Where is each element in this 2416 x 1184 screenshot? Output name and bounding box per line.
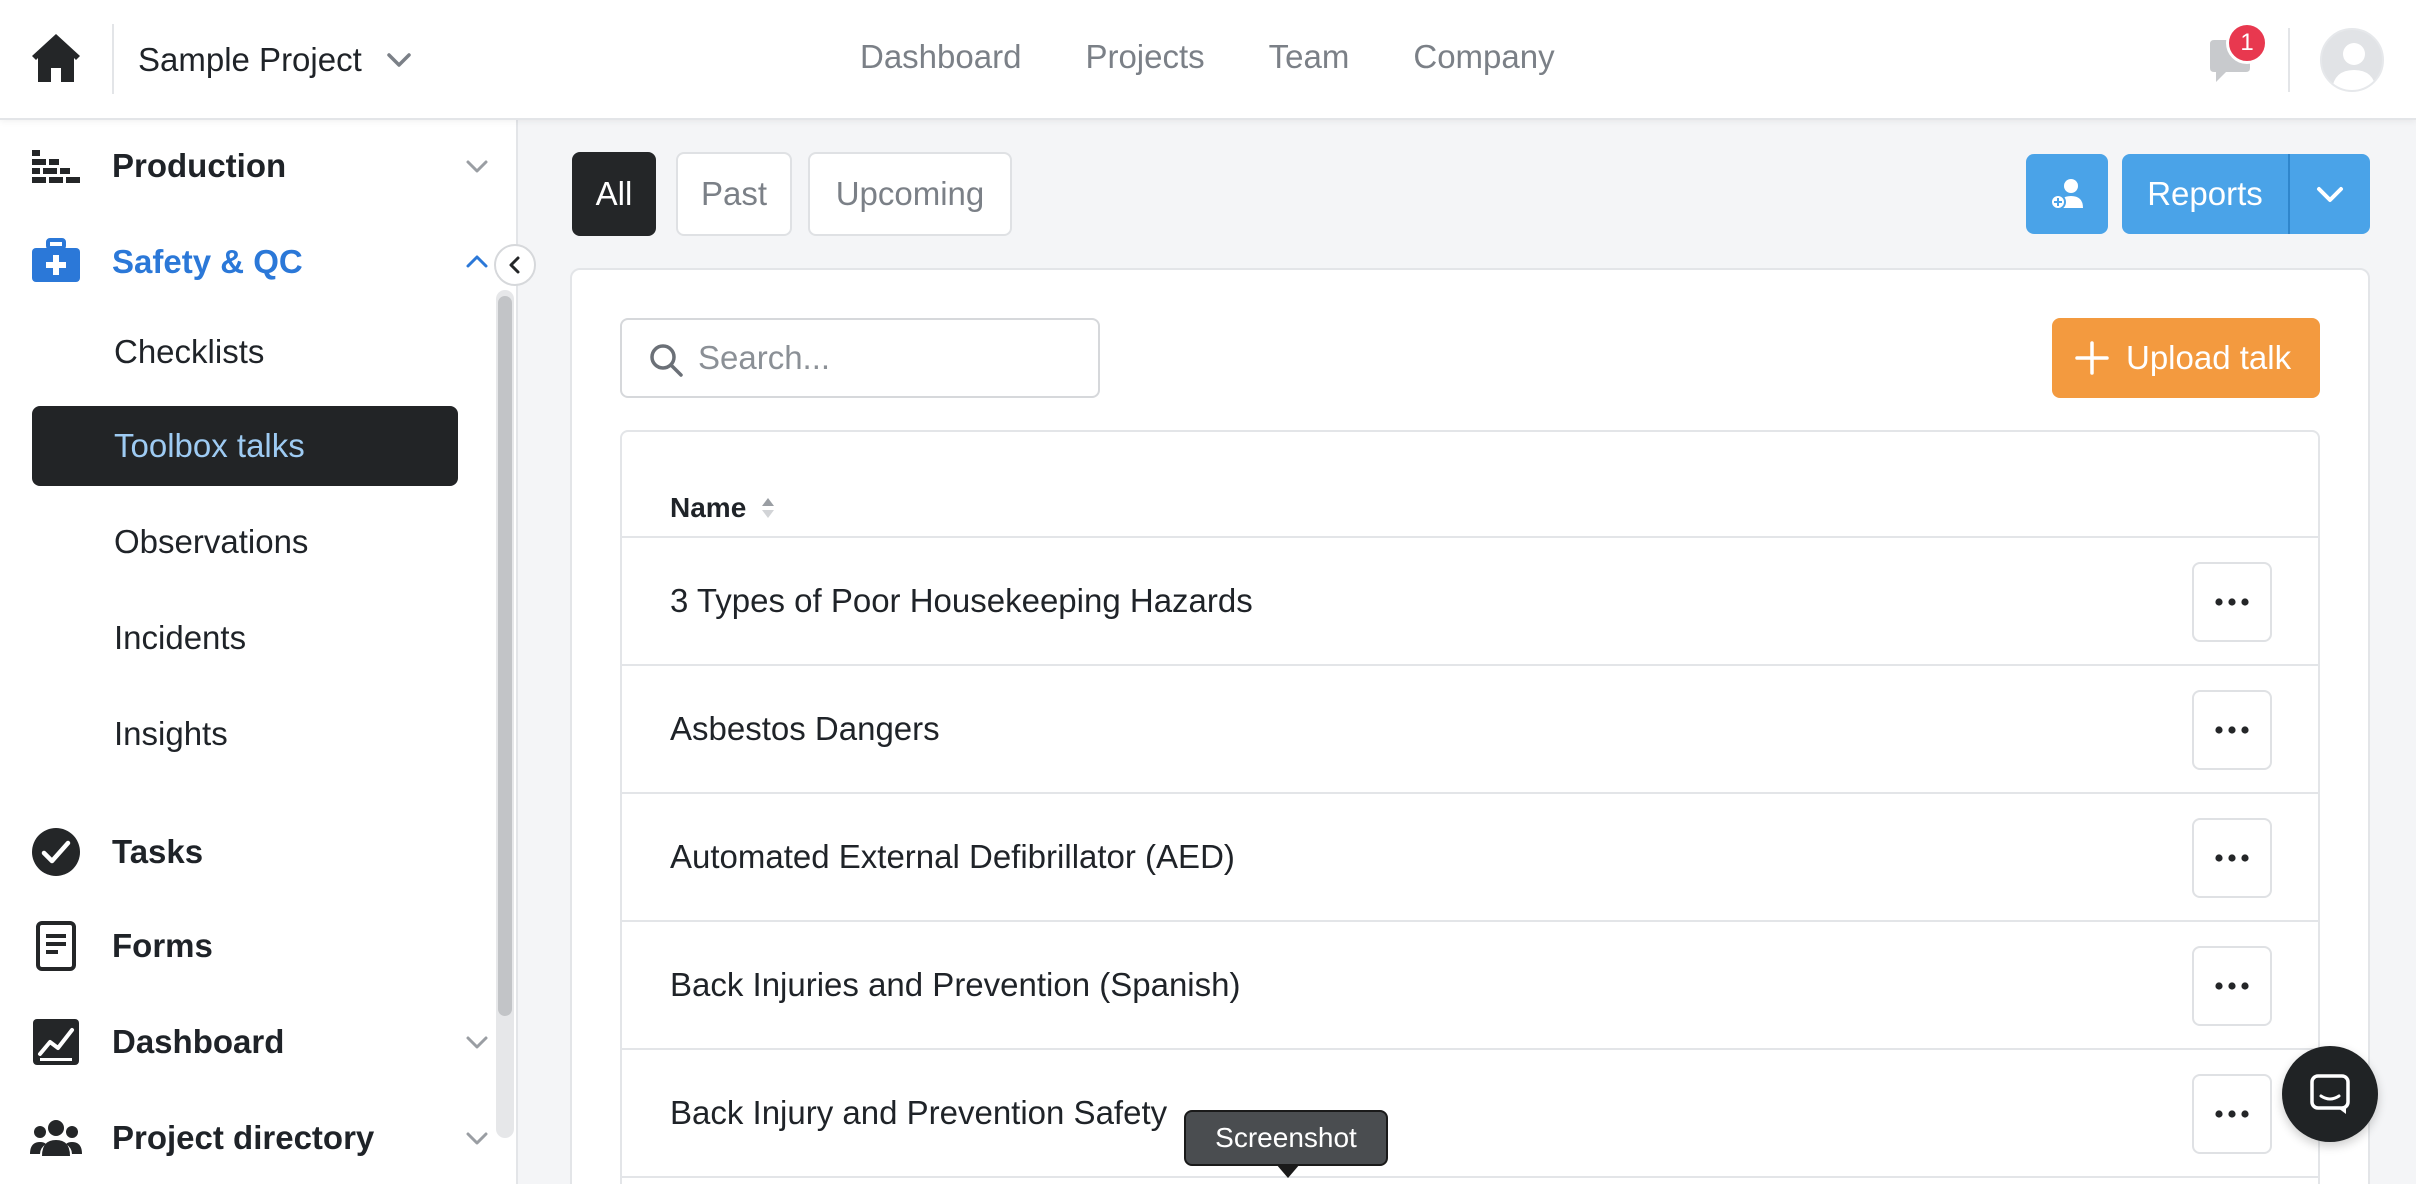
sidebar-subitem-observations[interactable]: Observations bbox=[32, 502, 458, 582]
more-horizontal-icon bbox=[2215, 598, 2249, 606]
search-icon bbox=[650, 344, 683, 377]
sidebar: Production Safety & QC Checklists Toolbo… bbox=[0, 120, 518, 1184]
sidebar-subitem-label: Incidents bbox=[114, 619, 247, 656]
chevron-left-icon bbox=[509, 256, 520, 274]
chevron-up-icon bbox=[466, 255, 488, 268]
talk-name: Back Injuries and Prevention (Spanish) bbox=[670, 966, 1241, 1003]
table-row[interactable]: Automated External Defibrillator (AED) bbox=[622, 794, 2318, 922]
table-row[interactable]: Asbestos Dangers bbox=[622, 666, 2318, 794]
sort-icon bbox=[762, 498, 775, 518]
row-more-button[interactable] bbox=[2192, 818, 2272, 898]
chevron-down-icon bbox=[466, 1132, 488, 1145]
reports-dropdown-button[interactable] bbox=[2290, 154, 2370, 234]
nav-link-company[interactable]: Company bbox=[1413, 38, 1554, 76]
more-horizontal-icon bbox=[2215, 854, 2249, 862]
project-name: Sample Project bbox=[138, 41, 362, 78]
sidebar-subitem-label: Observations bbox=[114, 523, 309, 560]
sidebar-item-label: Safety & QC bbox=[112, 243, 303, 280]
nav-link-projects[interactable]: Projects bbox=[1085, 38, 1204, 76]
collapse-sidebar-button[interactable] bbox=[494, 244, 536, 286]
reports-button[interactable]: Reports bbox=[2122, 154, 2288, 234]
chevron-down-icon bbox=[387, 53, 411, 67]
sidebar-item-dashboard[interactable]: Dashboard bbox=[0, 1002, 500, 1082]
talk-name: Automated External Defibrillator (AED) bbox=[670, 838, 1235, 875]
notification-badge: 1 bbox=[2226, 22, 2268, 64]
search-box bbox=[620, 318, 1100, 398]
column-header-label: Name bbox=[670, 492, 747, 523]
add-attendee-button[interactable] bbox=[2026, 154, 2108, 234]
plus-icon bbox=[2075, 341, 2109, 375]
table-row[interactable]: Back Injuries and Prevention (Spanish) bbox=[622, 922, 2318, 1050]
talk-name: Back Injury and Prevention Safety bbox=[670, 1094, 1168, 1131]
table-row[interactable]: 3 Types of Poor Housekeeping Hazards bbox=[622, 538, 2318, 666]
form-document-icon bbox=[36, 921, 76, 971]
sidebar-item-label: Forms bbox=[112, 927, 213, 964]
sidebar-item-label: Dashboard bbox=[112, 1023, 285, 1060]
toolbox-talks-table: Name 3 Types of Poor Housekeeping Hazard… bbox=[620, 430, 2320, 1184]
more-horizontal-icon bbox=[2215, 982, 2249, 990]
upload-talk-label: Upload talk bbox=[2126, 339, 2292, 376]
sidebar-subitem-insights[interactable]: Insights bbox=[32, 694, 458, 774]
sidebar-item-project-directory[interactable]: Project directory bbox=[0, 1098, 500, 1178]
chevron-down-icon bbox=[2317, 187, 2343, 202]
talk-name: Asbestos Dangers bbox=[670, 710, 940, 747]
user-silhouette-icon bbox=[2332, 43, 2376, 90]
column-header-name[interactable]: Name bbox=[670, 492, 776, 524]
tooltip-arrow bbox=[1276, 1164, 1300, 1178]
upload-talk-button[interactable]: Upload talk bbox=[2052, 318, 2320, 398]
home-icon[interactable] bbox=[28, 30, 84, 86]
sidebar-scrollbar-thumb[interactable] bbox=[498, 296, 512, 1016]
nav-link-team[interactable]: Team bbox=[1269, 38, 1350, 76]
sidebar-subitem-label: Checklists bbox=[114, 333, 265, 370]
nav-link-dashboard[interactable]: Dashboard bbox=[860, 38, 1021, 76]
production-bricks-icon bbox=[32, 150, 80, 183]
search-input[interactable] bbox=[698, 328, 1088, 388]
chart-trend-icon bbox=[33, 1019, 79, 1065]
top-nav-links: Dashboard Projects Team Company bbox=[860, 38, 1619, 76]
row-more-button[interactable] bbox=[2192, 946, 2272, 1026]
sidebar-item-tasks[interactable]: Tasks bbox=[0, 812, 500, 892]
support-chat-launcher-button[interactable] bbox=[2282, 1046, 2378, 1142]
more-horizontal-icon bbox=[2215, 726, 2249, 734]
sidebar-item-label: Project directory bbox=[112, 1119, 375, 1156]
more-horizontal-icon bbox=[2215, 1110, 2249, 1118]
top-navigation-bar: Sample Project Dashboard Projects Team C… bbox=[0, 0, 2416, 120]
first-aid-kit-icon bbox=[32, 238, 80, 282]
row-more-button[interactable] bbox=[2192, 562, 2272, 642]
chat-bubble-icon bbox=[2310, 1074, 2350, 1114]
sidebar-subitem-toolbox-talks[interactable]: Toolbox talks bbox=[32, 406, 458, 486]
sidebar-subitem-checklists[interactable]: Checklists bbox=[32, 312, 458, 392]
filter-past-button[interactable]: Past bbox=[676, 152, 792, 236]
row-more-button[interactable] bbox=[2192, 1074, 2272, 1154]
sidebar-item-forms[interactable]: Forms bbox=[0, 906, 500, 986]
chevron-down-icon bbox=[466, 1036, 488, 1049]
sidebar-subitem-incidents[interactable]: Incidents bbox=[32, 598, 458, 678]
divider bbox=[2288, 28, 2290, 92]
sidebar-subitem-label: Toolbox talks bbox=[114, 427, 305, 464]
sidebar-item-safety-qc[interactable]: Safety & QC bbox=[0, 222, 500, 302]
divider bbox=[112, 24, 114, 94]
row-more-button[interactable] bbox=[2192, 690, 2272, 770]
project-selector[interactable]: Sample Project bbox=[138, 30, 414, 90]
sidebar-item-label: Production bbox=[112, 147, 287, 184]
avatar[interactable] bbox=[2320, 28, 2384, 92]
add-user-icon bbox=[2050, 179, 2083, 210]
sidebar-item-label: Tasks bbox=[112, 833, 204, 870]
filter-all-button[interactable]: All bbox=[572, 152, 656, 236]
sidebar-subitem-label: Insights bbox=[114, 715, 228, 752]
filter-upcoming-button[interactable]: Upcoming bbox=[808, 152, 1012, 236]
sidebar-item-production[interactable]: Production bbox=[0, 126, 500, 206]
people-group-icon bbox=[30, 1120, 82, 1156]
talk-name: 3 Types of Poor Housekeeping Hazards bbox=[670, 582, 1253, 619]
chevron-down-icon bbox=[466, 160, 488, 173]
check-circle-icon bbox=[32, 828, 80, 876]
screenshot-tooltip: Screenshot bbox=[1184, 1110, 1388, 1166]
table-row[interactable]: Back Injury and Prevention Safety bbox=[622, 1050, 2318, 1178]
